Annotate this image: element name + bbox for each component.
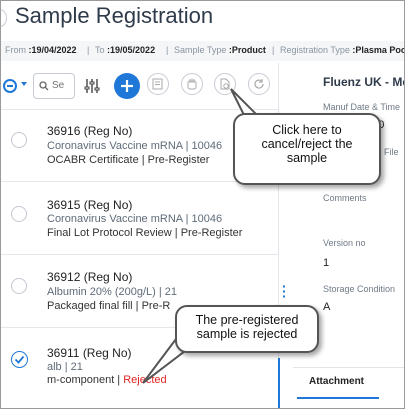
row-select-radio[interactable] <box>11 278 27 294</box>
filter-sample-type-label: Sample Type <box>174 45 227 55</box>
edit-button[interactable] <box>147 73 169 95</box>
file-label: File <box>384 147 399 157</box>
minus-icon <box>7 85 13 87</box>
filter-summary-bar: From :19/04/2022 | To :19/05/2022 | Samp… <box>1 41 405 61</box>
add-button[interactable] <box>114 73 140 99</box>
product-line: Coronavirus Vaccine mRNA | 10046 <box>47 213 223 225</box>
plus-icon <box>121 80 133 92</box>
filter-to-label: To <box>95 45 105 55</box>
filter-sample-type-value: :Product <box>228 45 266 55</box>
status-text: Pre-R <box>141 300 171 312</box>
filter-from-label: From <box>5 45 26 55</box>
hand-icon <box>187 78 197 90</box>
back-circle-icon[interactable] <box>1 9 7 27</box>
comments-label: Comments <box>323 193 367 203</box>
search-input[interactable] <box>52 80 72 91</box>
tab-attachment[interactable]: Attachment <box>309 376 364 387</box>
detail-org: Fluenz UK - Med <box>323 75 404 89</box>
registration-type: Packaged final fill | <box>47 300 139 312</box>
reg-no: 36912 (Reg No) <box>47 270 133 284</box>
reg-no: 36916 (Reg No) <box>47 124 133 138</box>
filter-to-value: :19/05/2022 <box>107 45 156 55</box>
more-options-icon[interactable]: · · · <box>282 279 287 303</box>
app-window: Sample Registration From :19/04/2022 | T… <box>0 0 405 409</box>
row-select-radio[interactable] <box>11 132 27 148</box>
version-label: Version no <box>323 238 366 248</box>
status-text: Pre-Register <box>180 227 243 239</box>
row-select-radio[interactable] <box>11 206 27 222</box>
filter-reg-type-value: :Plasma Poo <box>352 45 405 55</box>
product-line: Coronavirus Vaccine mRNA | 10046 <box>47 140 223 152</box>
callout-rejected: The pre-registered sample is rejected <box>175 305 319 353</box>
detail-tabs <box>293 367 404 408</box>
registration-type: m-component | <box>47 374 121 386</box>
active-tab-indicator <box>297 397 379 399</box>
status-text: Pre-Register <box>147 154 210 166</box>
callout-cancel-reject: Click here to cancel/reject the sample <box>233 113 381 185</box>
product-line: Albumin 20% (200g/L) | 21 <box>47 286 178 298</box>
chevron-down-icon[interactable] <box>21 82 27 86</box>
reg-no: 36911 (Reg No) <box>47 346 132 360</box>
approve-button[interactable] <box>181 73 203 95</box>
panel-accent-bar <box>278 358 280 408</box>
version-value: 1 <box>323 257 330 269</box>
filter-reg-type-label: Registration Type <box>280 45 350 55</box>
registration-type: Final Lot Protocol Review | <box>47 227 178 239</box>
registration-type: OCABR Certificate | <box>47 154 145 166</box>
search-icon <box>39 81 49 91</box>
row-selected-radio[interactable] <box>11 351 28 368</box>
search-box[interactable] <box>33 73 75 99</box>
filter-sliders-icon[interactable] <box>83 77 101 95</box>
list-item[interactable]: 36915 (Reg No) Coronavirus Vaccine mRNA … <box>1 181 278 254</box>
edit-icon <box>152 78 163 90</box>
storage-label: Storage Condition <box>323 284 396 294</box>
check-icon <box>14 355 25 364</box>
storage-value: A <box>323 301 331 313</box>
callout-cancel-text: Click here to cancel/reject the sample <box>261 123 353 165</box>
product-line: alb | 21 <box>47 361 83 373</box>
manuf-date-label: Manuf Date & Time <box>323 102 401 112</box>
callout-rejected-text: The pre-registered sample is rejected <box>195 313 299 341</box>
reg-no: 36915 (Reg No) <box>47 198 133 212</box>
filter-from-value: :19/04/2022 <box>28 45 77 55</box>
page-title: Sample Registration <box>15 3 214 28</box>
select-all-toggle[interactable] <box>3 79 17 93</box>
